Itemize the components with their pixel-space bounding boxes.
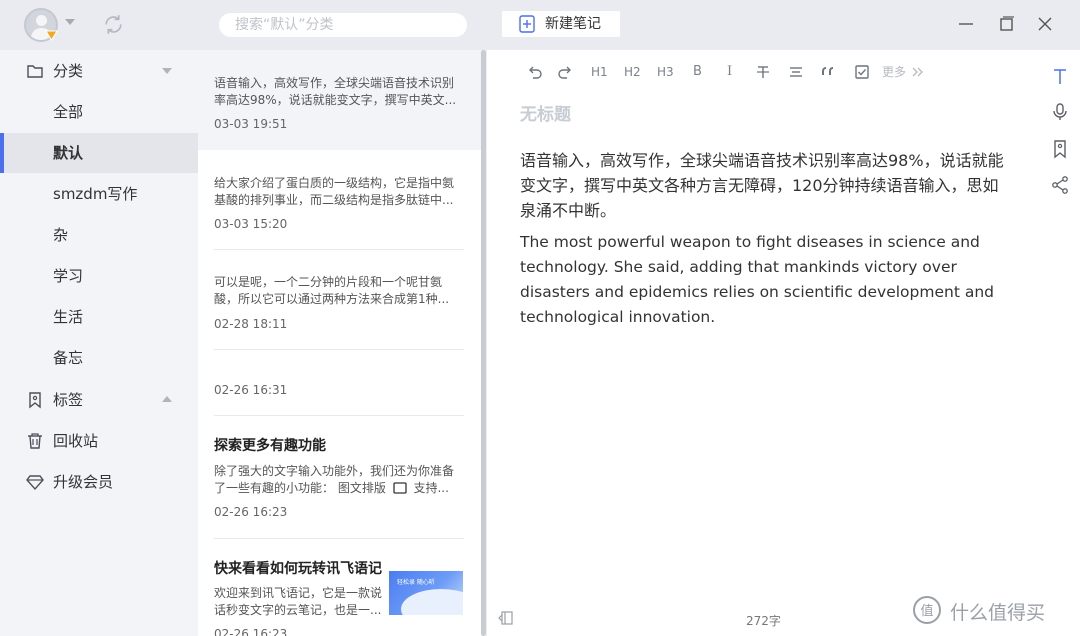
search-input[interactable]: 搜索“默认”分类 xyxy=(219,13,467,37)
redo-icon[interactable] xyxy=(557,63,575,81)
note-list: 语音输入，高效写作，全球尖端语音技术识别率高达98%，说话就能变文字，撰写中英文… xyxy=(198,50,487,636)
quote-icon[interactable] xyxy=(820,63,838,81)
checkbox-icon[interactable] xyxy=(853,63,871,81)
list-item[interactable]: 02-26 16:31 xyxy=(198,350,481,416)
thumbnail-wave xyxy=(401,589,463,615)
right-toolbar xyxy=(1040,50,1080,636)
sidebar-item-label: 标签 xyxy=(53,391,84,409)
note-title-input[interactable]: 无标题 xyxy=(520,100,571,125)
top-bar: 搜索“默认”分类 新建笔记 xyxy=(0,0,1080,50)
sidebar-item-label: 杂 xyxy=(53,226,69,244)
heading2-button[interactable]: H2 xyxy=(624,62,641,82)
note-thumbnail: 轻松录 随心听 xyxy=(389,571,463,615)
note-list-scrollbar[interactable] xyxy=(481,50,486,636)
sidebar-item-all[interactable]: 全部 xyxy=(0,92,198,132)
microphone-icon[interactable] xyxy=(1050,102,1070,122)
list-item[interactable]: 语音输入，高效写作，全球尖端语音技术识别率高达98%，说话就能变文字，撰写中英文… xyxy=(198,50,481,150)
thumbnail-caption: 轻松录 随心听 xyxy=(397,579,435,586)
sidebar-item-smzdm[interactable]: smzdm写作 xyxy=(0,174,198,214)
list-item[interactable]: 快来看看如何玩转讯飞语记 欢迎来到讯飞语记，它是一款说话秒变文字的云笔记，也是一… xyxy=(198,539,481,636)
editor: H1 H2 H3 B I 更多 无标题 语音输入，高效写作，全球尖端语音技术识别… xyxy=(488,50,1040,636)
text-format-icon[interactable] xyxy=(1050,67,1070,87)
trash-icon xyxy=(28,433,42,449)
watermark-logo-char: 值 xyxy=(920,603,933,619)
avatar-head xyxy=(36,15,47,26)
list-item[interactable]: 可以是呢，一个二分钟的片段和一个呢甘氨酸，所以它可以通过两种方法来合成第1种..… xyxy=(198,250,481,350)
note-title: 快来看看如何玩转讯飞语记 xyxy=(214,561,382,577)
maximize-icon[interactable] xyxy=(996,14,1016,34)
note-snippet: 欢迎来到讯飞语记，它是一款说话秒变文字的云笔记，也是一... xyxy=(214,586,383,617)
sidebar-item-categories[interactable]: 分类 xyxy=(0,51,198,91)
note-date: 03-03 19:51 xyxy=(214,117,288,131)
heading3-button[interactable]: H3 xyxy=(657,62,674,82)
word-count: 272字 xyxy=(746,614,781,628)
heading1-button[interactable]: H1 xyxy=(591,62,608,82)
note-body-paragraph[interactable]: The most powerful weapon to fight diseas… xyxy=(520,230,1008,330)
sidebar: 分类 全部 默认 smzdm写作 杂 学习 生活 备忘 标签 回收站 升级会员 xyxy=(0,50,198,636)
share-icon[interactable] xyxy=(1050,175,1070,195)
note-title: 探索更多有趣功能 xyxy=(214,438,326,454)
sync-icon[interactable] xyxy=(101,12,126,37)
strikethrough-icon[interactable] xyxy=(754,63,772,81)
note-snippet: 可以是呢，一个二分钟的片段和一个呢甘氨酸，所以它可以通过两种方法来合成第1种..… xyxy=(214,275,450,306)
sidebar-item-label: 生活 xyxy=(53,308,84,326)
double-chevron-right-icon[interactable] xyxy=(909,63,927,81)
sidebar-item-label: 全部 xyxy=(53,103,84,121)
note-date: 02-26 16:23 xyxy=(214,505,288,519)
align-center-icon[interactable] xyxy=(787,63,805,81)
sidebar-item-life[interactable]: 生活 xyxy=(0,297,198,337)
sidebar-item-label: 分类 xyxy=(53,62,84,80)
new-note-label: 新建笔记 xyxy=(545,16,601,32)
more-button[interactable]: 更多 xyxy=(882,62,906,82)
list-item[interactable]: 给大家介绍了蛋白质的一级结构，它是指中氨基酸的排列事业，而二级结构是指多肽链中.… xyxy=(198,150,481,250)
note-date: 03-03 15:20 xyxy=(214,217,288,231)
diamond-icon xyxy=(26,475,44,491)
note-snippet: 给大家介绍了蛋白质的一级结构，它是指中氨基酸的排列事业，而二级结构是指多肽链中.… xyxy=(214,176,455,207)
italic-button[interactable]: I xyxy=(727,62,732,82)
new-note-button[interactable]: 新建笔记 xyxy=(502,11,620,37)
watermark-text: 什么值得买 xyxy=(950,602,1046,624)
sidebar-item-upgrade[interactable]: 升级会员 xyxy=(0,462,198,502)
bookmark-icon[interactable] xyxy=(1050,139,1070,159)
sidebar-item-memo[interactable]: 备忘 xyxy=(0,338,198,378)
new-note-icon xyxy=(519,15,535,33)
undo-icon[interactable] xyxy=(525,63,543,81)
scrollbar-thumb[interactable] xyxy=(481,50,486,636)
sidebar-item-label: 备忘 xyxy=(53,349,84,367)
note-snippet-text: 了一些有趣的小功能： 图文排版 xyxy=(214,481,386,495)
note-snippet: 除了强大的文字输入功能外，我们还为你准备 xyxy=(214,464,455,478)
sidebar-item-label: 学习 xyxy=(53,267,84,285)
sidebar-item-label: 升级会员 xyxy=(53,473,114,491)
sidebar-item-default[interactable]: 默认 xyxy=(0,133,198,173)
minimize-icon[interactable] xyxy=(956,14,976,34)
avatar-dropdown-caret-icon[interactable] xyxy=(65,19,75,25)
note-date: 02-26 16:23 xyxy=(214,627,288,636)
list-item[interactable]: 探索更多有趣功能 除了强大的文字输入功能外，我们还为你准备 了一些有趣的小功能：… xyxy=(198,416,481,539)
collapse-panel-icon[interactable] xyxy=(498,610,514,626)
note-snippet: 语音输入，高效写作，全球尖端语音技术识别率高达98%，说话就能变文字，撰写中英文… xyxy=(214,76,457,107)
sidebar-item-misc[interactable]: 杂 xyxy=(0,215,198,255)
folder-icon xyxy=(27,65,43,78)
image-layout-icon xyxy=(393,482,407,494)
note-date: 02-26 16:31 xyxy=(214,383,288,397)
tag-icon xyxy=(29,392,41,409)
bold-button[interactable]: B xyxy=(693,62,702,82)
site-watermark: 值 什么值得买 xyxy=(912,594,1080,628)
sidebar-item-label: 回收站 xyxy=(53,432,99,450)
sidebar-item-trash[interactable]: 回收站 xyxy=(0,421,198,461)
note-body-paragraph[interactable]: 语音输入，高效写作，全球尖端语音技术识别率高达98%，说话就能变文字，撰写中英文… xyxy=(520,148,1008,223)
chevron-down-icon[interactable] xyxy=(162,68,172,74)
sidebar-item-tags[interactable]: 标签 xyxy=(0,380,198,420)
close-icon[interactable] xyxy=(1035,14,1055,34)
sidebar-item-label: smzdm写作 xyxy=(53,185,138,203)
sidebar-item-study[interactable]: 学习 xyxy=(0,256,198,296)
note-date: 02-28 18:11 xyxy=(214,317,288,331)
chevron-up-icon[interactable] xyxy=(162,396,172,402)
note-snippet-text: 支持... xyxy=(413,481,449,495)
sidebar-item-label: 默认 xyxy=(53,144,84,162)
vip-badge-icon xyxy=(45,30,58,41)
note-snippet-line2: 了一些有趣的小功能： 图文排版 支持... xyxy=(214,480,449,497)
watermark-logo-icon: 值 xyxy=(913,596,941,624)
